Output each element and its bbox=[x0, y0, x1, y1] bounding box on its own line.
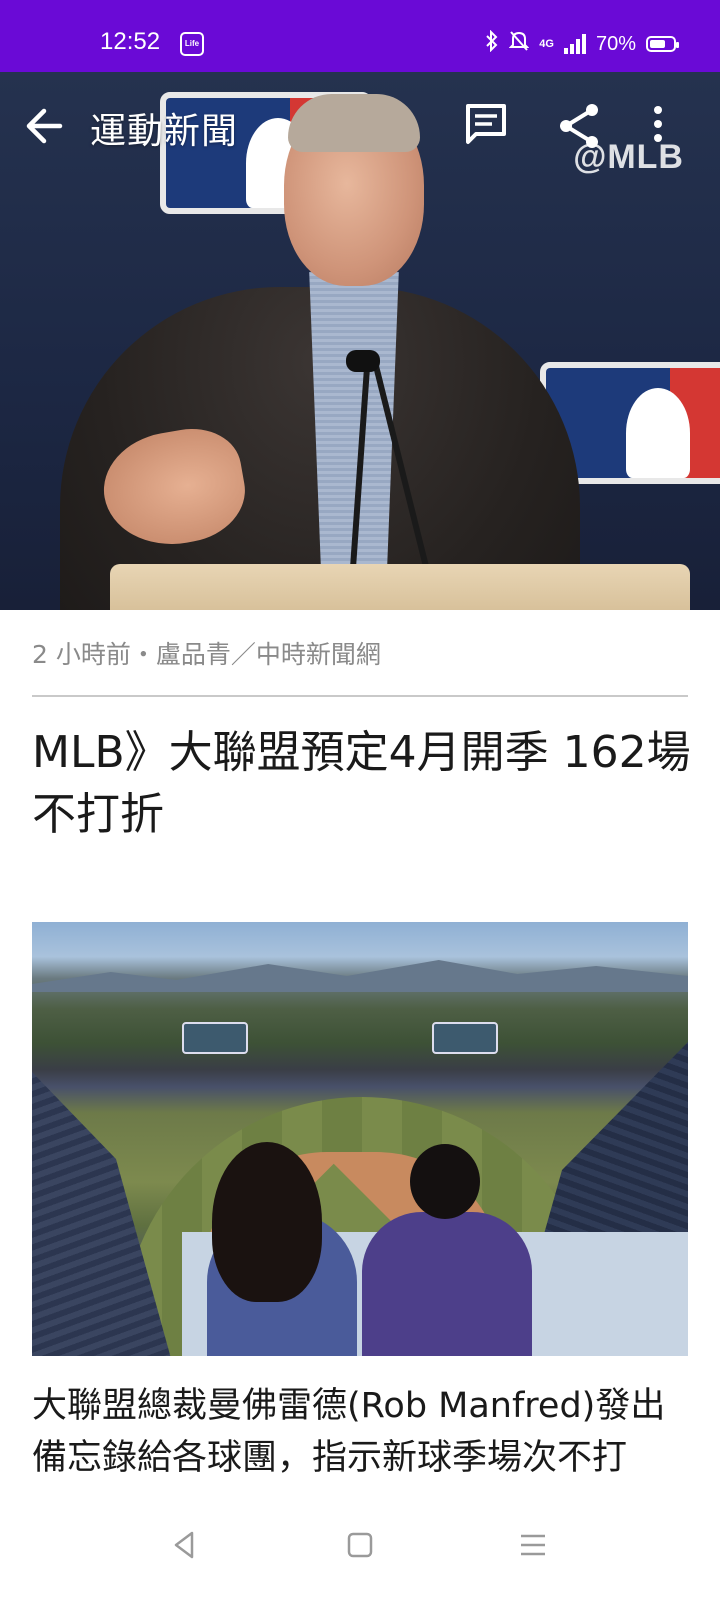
comments-button[interactable] bbox=[456, 96, 516, 156]
battery-fill bbox=[650, 40, 666, 48]
battery-icon bbox=[646, 36, 679, 52]
network-type: 4G bbox=[539, 38, 554, 50]
more-vertical-icon bbox=[654, 106, 662, 142]
mute-bell-icon bbox=[508, 30, 530, 58]
article-headline: MLB》大聯盟預定4月開季 162場不打折 bbox=[32, 727, 691, 840]
article-body: 大聯盟總裁曼佛雷德(Rob Manfred)發出備忘錄給各球團，指示新球季場次不… bbox=[32, 1386, 666, 1478]
share-button[interactable] bbox=[550, 96, 610, 156]
scoreboard bbox=[432, 1022, 498, 1054]
status-indicators: 4G 70% bbox=[485, 29, 679, 58]
podium bbox=[110, 564, 690, 610]
article-image[interactable] bbox=[32, 922, 688, 1356]
spectator-hair bbox=[212, 1142, 322, 1302]
spectator-hair bbox=[410, 1144, 480, 1219]
nav-menu-icon bbox=[521, 1534, 545, 1556]
spectator bbox=[362, 1212, 532, 1356]
signal-icon bbox=[563, 34, 586, 54]
comment-icon bbox=[466, 104, 506, 144]
nav-home-button[interactable] bbox=[335, 1520, 385, 1570]
scoreboard bbox=[182, 1022, 248, 1054]
app-notification-icon: Life bbox=[180, 32, 204, 56]
arrow-left-icon bbox=[26, 108, 63, 144]
mountains bbox=[32, 960, 688, 992]
nav-back-button[interactable] bbox=[160, 1520, 210, 1570]
back-button[interactable] bbox=[16, 96, 76, 156]
nav-home-icon bbox=[347, 1532, 373, 1558]
nav-back-icon bbox=[174, 1531, 194, 1559]
nav-menu-button[interactable] bbox=[508, 1520, 558, 1570]
share-icon bbox=[560, 104, 598, 148]
microphone-head bbox=[346, 350, 380, 372]
status-time: 12:52 bbox=[100, 28, 161, 55]
bluetooth-icon bbox=[485, 29, 499, 58]
more-options-button[interactable] bbox=[628, 96, 688, 156]
page-title: 運動新聞 bbox=[90, 111, 239, 152]
divider bbox=[32, 695, 688, 697]
status-bar: 12:52 Life 4G 70% bbox=[0, 0, 720, 72]
article-meta: 2 小時前・盧品青／中時新聞網 bbox=[32, 640, 381, 669]
battery-percent: 70% bbox=[595, 32, 636, 55]
stands bbox=[32, 1072, 172, 1356]
system-nav-bar bbox=[0, 1490, 720, 1600]
app-bar: 運動新聞 bbox=[0, 72, 720, 182]
